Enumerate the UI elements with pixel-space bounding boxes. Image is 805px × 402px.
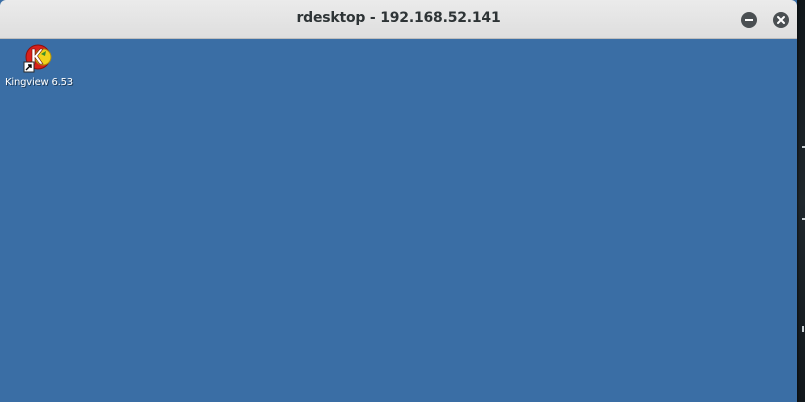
rdesktop-window[interactable]: rdesktop - 192.168.52.141 Kingview 6.53 — [0, 0, 797, 402]
background-mark — [802, 326, 804, 332]
desktop-icon-kingview[interactable]: Kingview 6.53 — [0, 41, 78, 93]
minimize-icon — [745, 19, 753, 21]
close-button[interactable] — [773, 12, 789, 28]
kingview-app-icon — [23, 44, 52, 73]
window-title: rdesktop - 192.168.52.141 — [296, 10, 501, 26]
desktop-icon-label: Kingview 6.53 — [5, 77, 73, 88]
window-titlebar[interactable]: rdesktop - 192.168.52.141 — [0, 0, 797, 39]
remote-desktop-area[interactable]: Kingview 6.53 — [0, 39, 797, 402]
close-icon — [777, 16, 785, 24]
background-terminal-edge — [797, 0, 805, 402]
minimize-button[interactable] — [741, 12, 757, 28]
